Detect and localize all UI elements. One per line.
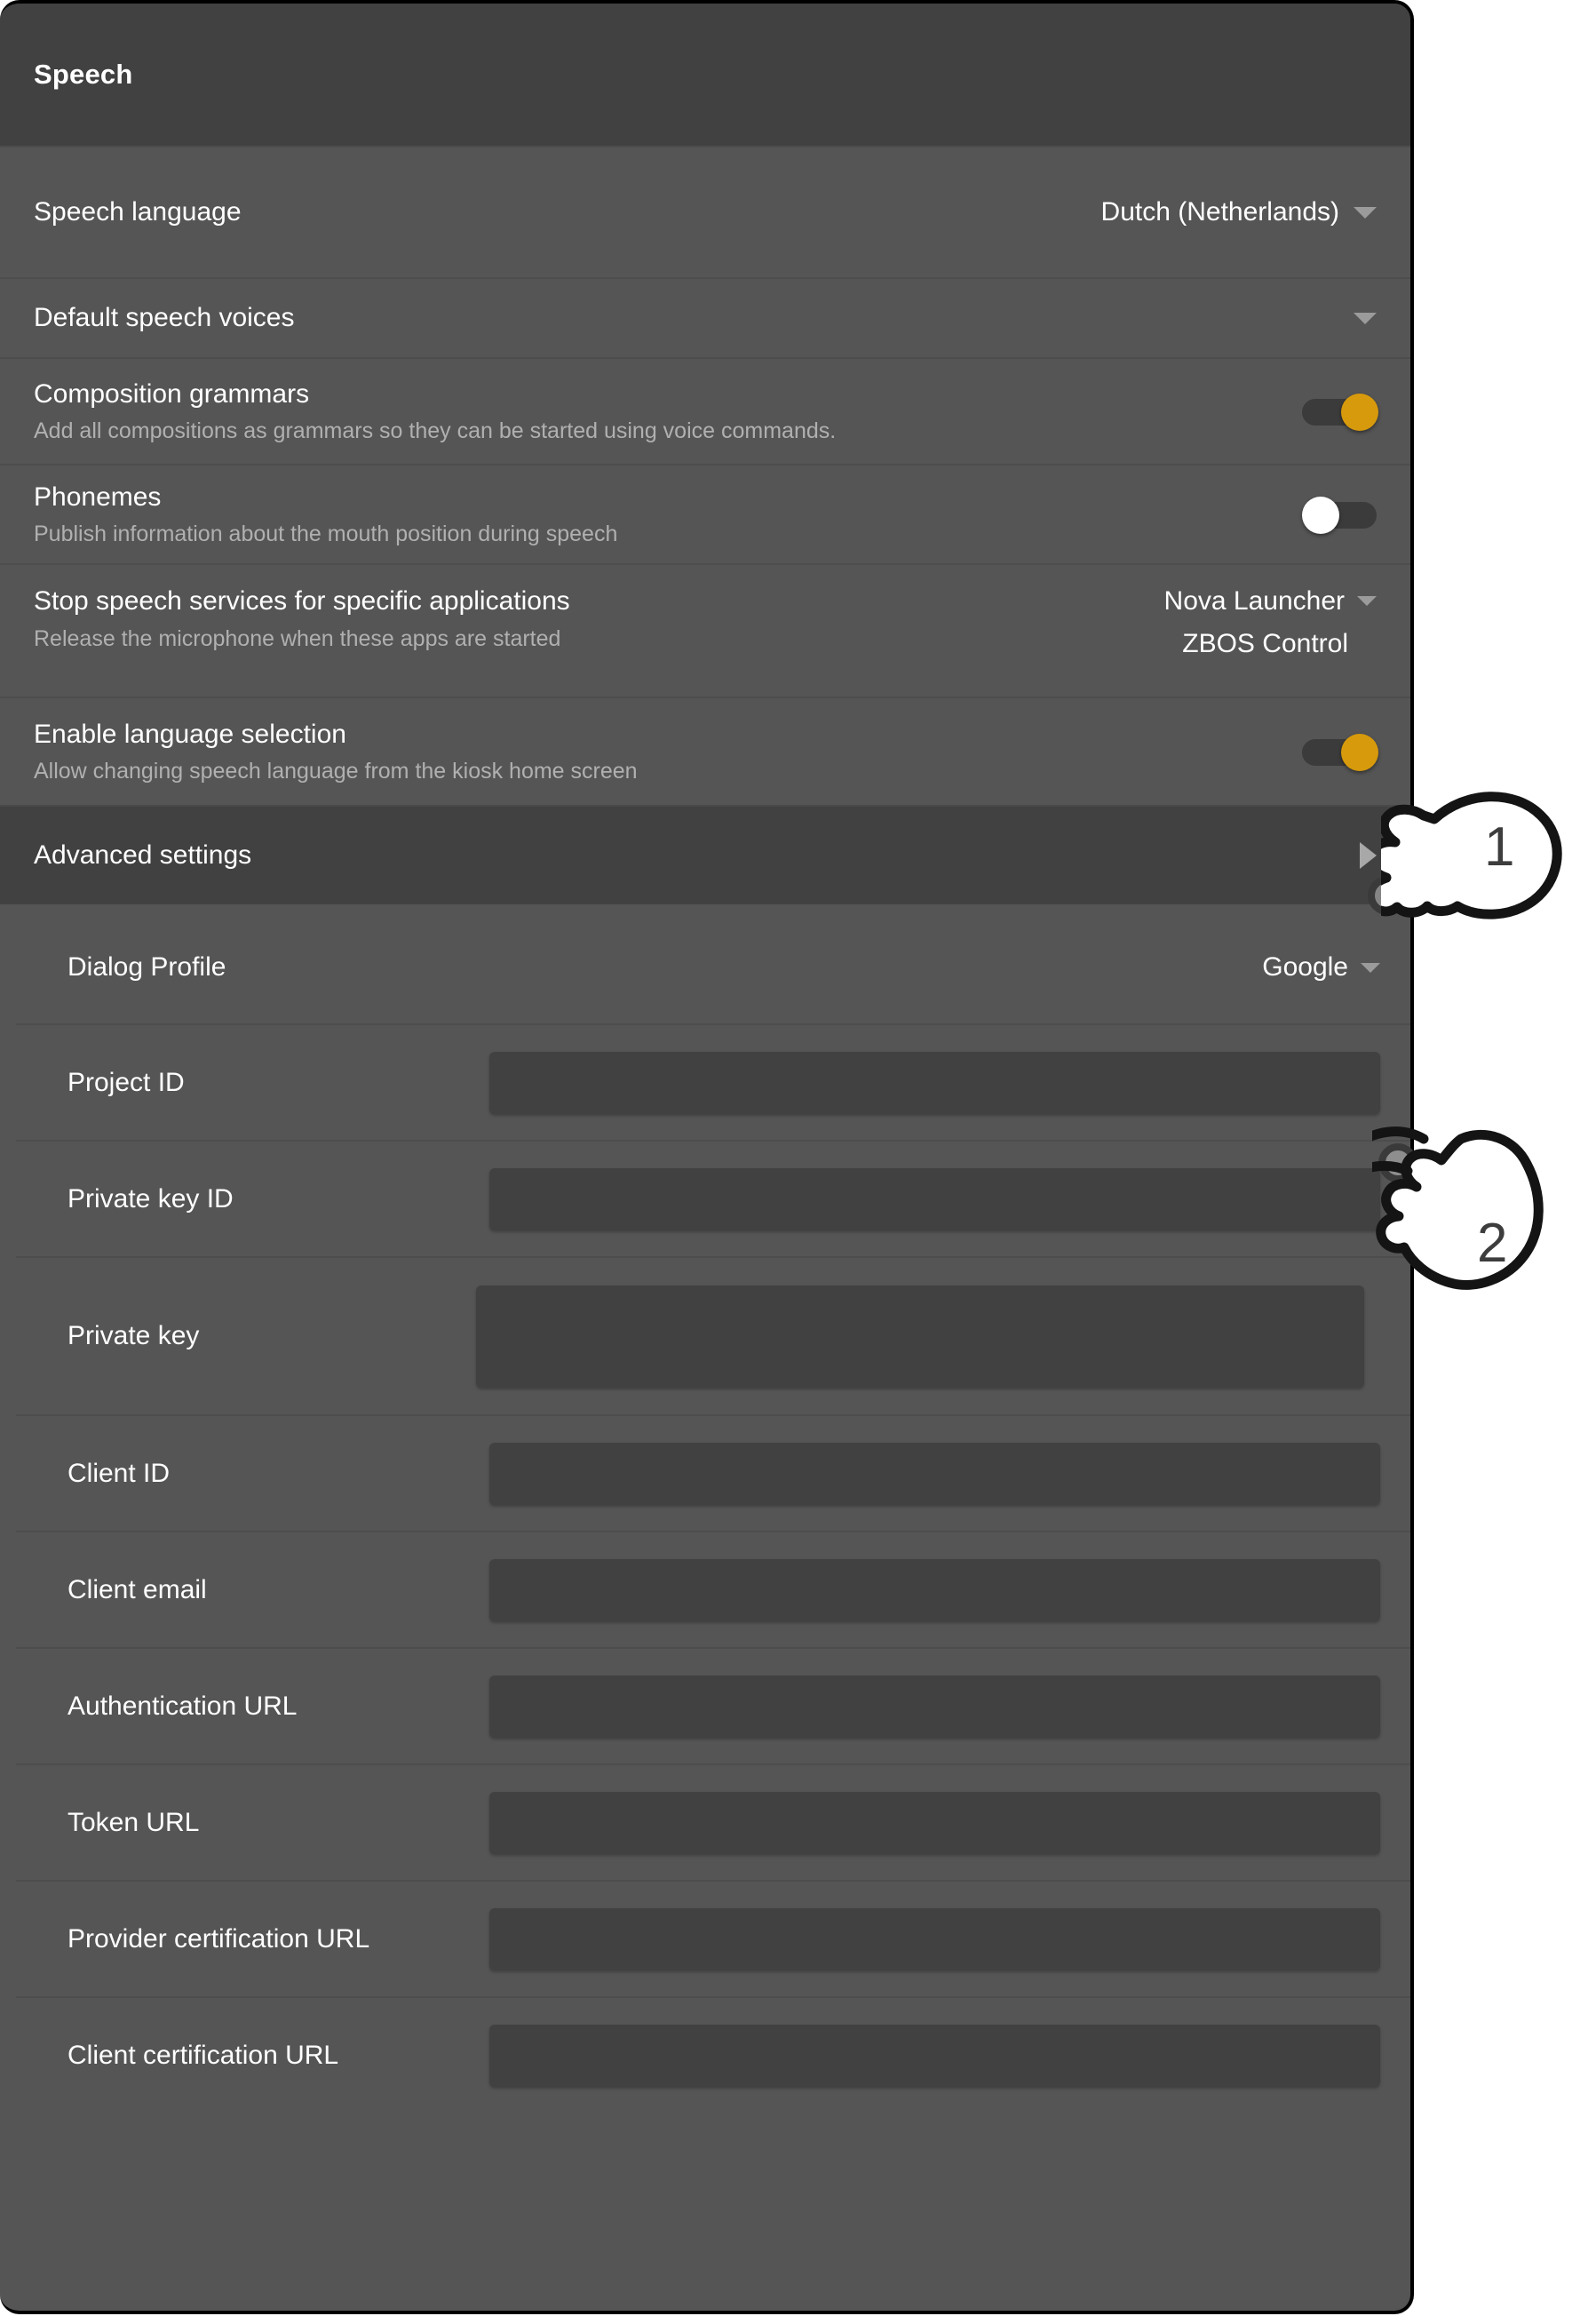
enable-language-selection-toggle[interactable] — [1302, 734, 1378, 771]
chevron-right-icon[interactable] — [1360, 842, 1377, 869]
phonemes-control[interactable] — [1302, 497, 1377, 534]
stop-speech-services-description: Release the microphone when these apps a… — [34, 625, 561, 651]
authentication-url-label: Authentication URL — [67, 1691, 298, 1721]
advanced-row-client-id[interactable]: Client ID — [16, 1414, 1410, 1531]
composition-grammars-label-group: Composition grammars Add all composition… — [34, 378, 836, 446]
stop-speech-services-dropdown[interactable]: Nova Launcher — [1164, 585, 1377, 618]
speech-language-value-group[interactable]: Dutch (Netherlands) — [1101, 195, 1377, 229]
token-url-label: Token URL — [67, 1807, 200, 1837]
advanced-row-client-certification-url[interactable]: Client certification URL — [16, 1996, 1410, 2113]
speech-language-label: Speech language — [34, 197, 242, 227]
private-key-id-input[interactable] — [489, 1167, 1380, 1230]
advanced-row-token-url[interactable]: Token URL — [16, 1763, 1410, 1880]
stop-speech-label-group: Stop speech services for specific applic… — [34, 585, 570, 653]
phonemes-toggle[interactable] — [1302, 497, 1377, 534]
chevron-down-icon — [1357, 596, 1377, 607]
provider-certification-url-input[interactable] — [489, 1907, 1380, 1970]
advanced-row-private-key-id[interactable]: Private key ID — [16, 1140, 1410, 1256]
screen-root: Speech Speech language Dutch (Netherland… — [0, 0, 1580, 2324]
setting-row-stop-speech-services[interactable]: Stop speech services for specific applic… — [0, 563, 1410, 696]
private-key-input[interactable] — [476, 1285, 1364, 1388]
provider-certification-url-label: Provider certification URL — [67, 1923, 370, 1954]
advanced-settings-label: Advanced settings — [34, 840, 252, 871]
composition-grammars-description: Add all compositions as grammars so they… — [34, 418, 837, 443]
default-speech-voices-label: Default speech voices — [34, 303, 295, 333]
setting-row-speech-language[interactable]: Speech language Dutch (Netherlands) — [0, 146, 1410, 277]
private-key-id-label: Private key ID — [67, 1183, 234, 1214]
authentication-url-input[interactable] — [489, 1675, 1380, 1738]
client-certification-url-input[interactable] — [489, 2024, 1380, 2087]
setting-row-composition-grammars[interactable]: Composition grammars Add all composition… — [0, 357, 1410, 464]
default-voices-value-group[interactable] — [1339, 312, 1377, 324]
default-voices-label-group: Default speech voices — [34, 301, 295, 335]
speech-language-label-group: Speech language — [34, 195, 242, 229]
enable-language-selection-description: Allow changing speech language from the … — [34, 759, 638, 784]
toggle-knob — [1341, 734, 1378, 771]
dialog-profile-label: Dialog Profile — [67, 952, 226, 982]
dialog-profile-value: Google — [1262, 952, 1348, 982]
client-email-label: Client email — [67, 1574, 207, 1604]
step-number-1: 1 — [1484, 816, 1515, 878]
advanced-row-dialog-profile[interactable]: Dialog Profile Google — [16, 911, 1410, 1023]
phonemes-description: Publish information about the mouth posi… — [34, 521, 618, 546]
enable-language-control[interactable] — [1302, 734, 1378, 771]
toggle-knob — [1302, 497, 1339, 534]
composition-grammars-toggle[interactable] — [1302, 394, 1378, 431]
token-url-input[interactable] — [489, 1791, 1380, 1854]
toggle-knob — [1341, 394, 1378, 431]
phonemes-label-group: Phonemes Publish information about the m… — [34, 481, 617, 549]
advanced-row-provider-certification-url[interactable]: Provider certification URL — [16, 1880, 1410, 1996]
setting-row-phonemes[interactable]: Phonemes Publish information about the m… — [0, 464, 1410, 563]
dialog-profile-dropdown[interactable]: Google — [1262, 952, 1380, 983]
client-email-input[interactable] — [489, 1558, 1380, 1621]
composition-grammars-control[interactable] — [1302, 394, 1378, 431]
phonemes-label: Phonemes — [34, 482, 162, 512]
private-key-label: Private key — [67, 1321, 200, 1350]
page-title: Speech — [34, 59, 133, 90]
project-id-input[interactable] — [489, 1051, 1380, 1114]
hand-pointer-icon — [1342, 1126, 1544, 1290]
setting-row-advanced-settings[interactable]: Advanced settings — [0, 805, 1410, 904]
speech-language-value: Dutch (Netherlands) — [1100, 197, 1339, 227]
step-number-2: 2 — [1477, 1213, 1508, 1274]
advanced-row-private-key[interactable]: Private key — [16, 1256, 1410, 1414]
stop-speech-services-value-secondary: ZBOS Control — [1182, 628, 1348, 658]
enable-language-label-group: Enable language selection Allow changing… — [34, 718, 638, 786]
enable-language-selection-label: Enable language selection — [34, 719, 346, 749]
advanced-settings-subpanel: Dialog Profile Google Project ID Private… — [16, 911, 1410, 2113]
stop-speech-services-value-primary: Nova Launcher — [1163, 586, 1345, 616]
speech-language-dropdown[interactable]: Dutch (Netherlands) — [1101, 195, 1377, 229]
client-id-input[interactable] — [489, 1442, 1380, 1505]
composition-grammars-label: Composition grammars — [34, 378, 310, 409]
chevron-down-icon — [1354, 206, 1377, 219]
advanced-row-authentication-url[interactable]: Authentication URL — [16, 1647, 1410, 1763]
chevron-down-icon[interactable] — [1354, 312, 1377, 324]
chevron-down-icon — [1361, 962, 1380, 973]
advanced-row-project-id[interactable]: Project ID — [16, 1023, 1410, 1140]
stop-speech-value-group[interactable]: Nova Launcher ZBOS Control — [1164, 585, 1377, 660]
setting-row-enable-language-selection[interactable]: Enable language selection Allow changing… — [0, 696, 1410, 805]
advanced-row-client-email[interactable]: Client email — [16, 1531, 1410, 1647]
panel-header: Speech — [0, 4, 1410, 146]
pointer-hand-step-1: 1 — [1315, 782, 1568, 959]
speech-settings-panel: Speech Speech language Dutch (Netherland… — [0, 0, 1414, 2314]
pointer-hand-step-2: 2 — [1342, 1126, 1559, 1304]
stop-speech-services-label: Stop speech services for specific applic… — [34, 586, 570, 616]
project-id-label: Project ID — [67, 1067, 185, 1097]
hand-pointer-icon — [1315, 792, 1562, 919]
client-certification-url-label: Client certification URL — [67, 2040, 339, 2070]
setting-row-default-speech-voices[interactable]: Default speech voices — [0, 277, 1410, 357]
client-id-label: Client ID — [67, 1458, 171, 1488]
